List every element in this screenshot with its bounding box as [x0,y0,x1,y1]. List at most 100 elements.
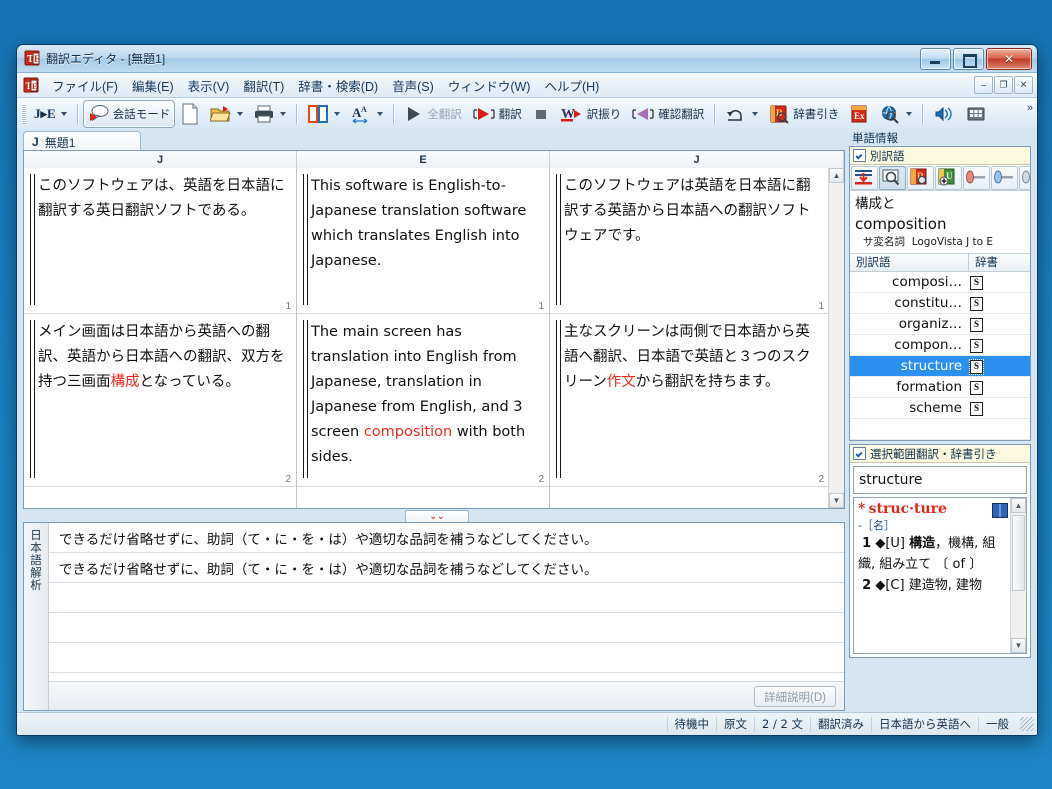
column-header-japanese-source[interactable]: J [24,151,297,168]
alt-list-item[interactable]: compon… S [850,335,1030,356]
maximize-button[interactable] [953,48,984,70]
selection-lookup-header[interactable]: 選択範囲翻訳・辞書引き [850,445,1030,463]
definition-scrollbar[interactable]: ▲ ▼ [1010,498,1026,653]
segment-row[interactable]: このソフトウェアは英語を日本語に翻訳する英語から日本語への翻訳ソフトウェアです。… [550,168,829,314]
dictionary-lookup-button[interactable]: D 辞書引き [763,100,844,128]
alt-translations-header[interactable]: 別訳語 [850,147,1030,165]
lookup-query-input[interactable]: structure [853,466,1027,494]
mdi-close-button[interactable]: ✕ [1014,76,1033,94]
undo-button[interactable] [720,100,763,128]
detail-description-button[interactable]: 詳細説明(D) [754,686,836,707]
pane-english[interactable]: This software is English-to-Japanese tra… [297,168,550,508]
status-bar: 待機中 原文 2 / 2 文 翻訳済み 日本語から英語へ 一般 [17,712,1037,735]
column-header-english[interactable]: E [297,151,550,168]
segment-highlight-word[interactable]: 構成 [111,374,140,390]
confirm-translate-button[interactable]: 確認翻訳 [626,100,709,128]
segment-number: 1 [818,301,824,312]
new-document-button[interactable] [175,100,205,128]
mdi-minimize-button[interactable]: – [974,76,993,94]
segment-row[interactable]: このソフトウェアは、英語を日本語に翻訳する英日翻訳ソフトである。 1 [24,168,296,314]
menu-item-dictionary-search[interactable]: 辞書・検索(D) [291,73,385,98]
mdi-window-controls: – ❐ ✕ [974,76,1033,94]
minimize-button[interactable] [920,48,951,70]
analysis-row-empty[interactable] [49,643,844,673]
alt-list-item[interactable]: constitu… S [850,293,1030,314]
alt-list-item[interactable]: scheme S [850,398,1030,419]
alt-translations-checkbox[interactable] [853,149,866,162]
menu-item-translate[interactable]: 翻訳(T) [236,73,291,98]
selection-lookup-checkbox[interactable] [853,447,866,460]
open-document-button[interactable] [205,100,248,128]
alt-list-item[interactable]: organiz… S [850,314,1030,335]
document-tab[interactable]: J 無題1 [23,131,141,152]
column-header-japanese-back[interactable]: J [550,151,844,168]
menu-item-view[interactable]: 表示(V) [181,73,237,98]
add-user-dictionary-button[interactable]: U [935,165,962,190]
resize-grip[interactable] [1020,717,1034,731]
pane-japanese-source[interactable]: このソフトウェアは、英語を日本語に翻訳する英日翻訳ソフトである。 1 メイン画面… [24,168,297,508]
analysis-row[interactable]: できるだけ省略せずに、助詞（て・に・を・は）や適切な品詞を補うなどしてください。 [49,523,844,553]
analysis-row-empty[interactable] [49,583,844,613]
translate-button[interactable]: 翻訳 [467,100,527,128]
definition-scroll-up-button[interactable]: ▲ [1011,498,1026,513]
horizontal-splitter[interactable]: ⌄⌄ [23,509,845,523]
menu-item-help[interactable]: ヘルプ(H) [537,73,606,98]
segment-row[interactable]: The main screen has translation into Eng… [297,314,549,487]
segment-text: The main screen has translation into Eng… [311,320,539,470]
segment-row[interactable]: メイン画面は日本語から英語への翻訳、英語から日本語への翻訳、双方を持つ三画面構成… [24,314,296,487]
status-cell-domain: 一般 [978,716,1016,732]
segment-row[interactable]: This software is English-to-Japanese tra… [297,168,549,314]
menu-item-file[interactable]: ファイル(F) [45,73,125,98]
print-button[interactable] [248,100,291,128]
analysis-row[interactable]: できるだけ省略せずに、助詞（て・に・を・は）や適切な品詞を補うなどしてください。 [49,553,844,583]
slider-blue-icon [994,170,1013,183]
mdi-restore-button[interactable]: ❐ [994,76,1013,94]
segment-text: メイン画面は日本語から英語への翻訳、英語から日本語への翻訳、双方を持つ三画面構成… [38,320,286,395]
toolbar-grip[interactable] [21,104,26,124]
alt-list-item[interactable]: formation S [850,377,1030,398]
editor-vertical-scrollbar[interactable]: ▲ ▼ [828,168,844,508]
alt-list-header-word[interactable]: 別訳語 [850,254,969,271]
close-button[interactable]: ✕ [986,48,1032,70]
keypad-button[interactable] [960,100,992,128]
dictionary-definition-box[interactable]: * struc·ture -［名］ 1 ◆[U] 構造，機構, 組織, 組み立て… [853,497,1027,654]
slider-red-button[interactable] [963,165,990,190]
definition-scroll-down-button[interactable]: ▼ [1011,638,1026,653]
alt-list-header-dict[interactable]: 辞書 [969,254,1030,271]
excel-lookup-button[interactable]: Ex [844,100,874,128]
furigana-button[interactable]: W 訳振り [555,100,627,128]
menu-item-voice[interactable]: 音声(S) [385,73,441,98]
segment-highlight-word[interactable]: 作文 [607,374,636,390]
toolbar-overflow-button[interactable]: » [1027,102,1033,114]
analysis-row-empty[interactable] [49,613,844,643]
dictionary-book-icon: D [770,105,789,124]
search-word-button[interactable] [879,165,906,190]
definition-scroll-thumb[interactable] [1012,515,1025,591]
menu-item-window[interactable]: ウィンドウ(W) [441,73,538,98]
alt-list-item-selected[interactable]: structure S [850,356,1030,377]
segment-row[interactable]: 主なスクリーンは両側で日本語から英語へ翻訳、日本語で英語と３つのスクリーン作文か… [550,314,829,487]
insert-word-icon [855,169,872,184]
web-search-button[interactable] [874,100,917,128]
translation-direction-button[interactable]: J▸E [29,100,72,128]
slider-extra-button[interactable] [1019,165,1030,190]
pane-japanese-back[interactable]: このソフトウェアは英語を日本語に翻訳する英語から日本語への翻訳ソフトウェアです。… [550,168,844,508]
dictionary-lookup-button[interactable]: D [907,165,934,190]
scroll-down-button[interactable]: ▼ [829,493,844,508]
translate-all-button[interactable]: 全翻訳 [399,100,467,128]
pane-layout-button[interactable] [302,100,345,128]
menu-item-edit[interactable]: 編集(E) [125,73,181,98]
alt-list-item-empty[interactable] [850,419,1030,440]
conversation-mode-button[interactable]: 会話モード [82,100,176,128]
speak-button[interactable] [928,100,960,128]
dictionary-book-icon[interactable] [992,503,1008,518]
menu-bar: T E ファイル(F) 編集(E) 表示(V) 翻訳(T) 辞書・検索(D) 音… [17,73,1037,98]
segment-number: 1 [538,301,544,312]
alt-list-item[interactable]: composi… S [850,272,1030,293]
stop-button[interactable] [527,100,555,128]
slider-blue-button[interactable] [991,165,1018,190]
font-size-button[interactable]: A A [345,100,388,128]
scroll-up-button[interactable]: ▲ [829,168,844,183]
segment-highlight-word[interactable]: composition [364,424,452,440]
insert-word-button[interactable] [851,165,878,190]
